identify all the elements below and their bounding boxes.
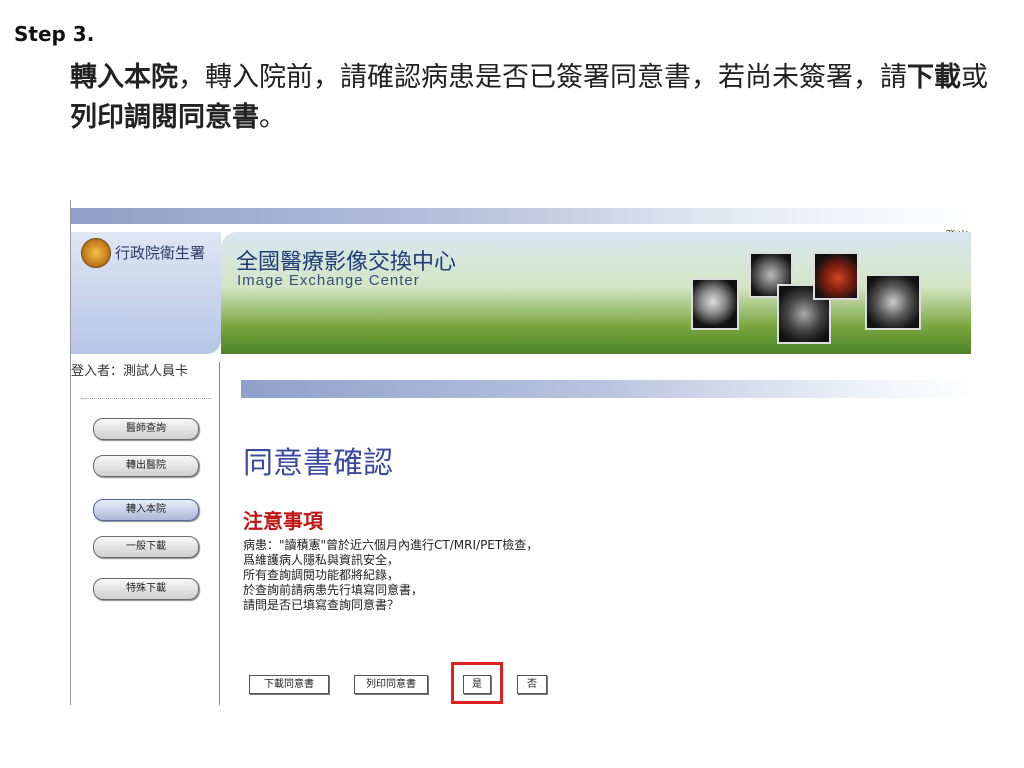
banner-subtitle: Image Exchange Center	[237, 272, 420, 289]
step-title: Step 3.	[14, 22, 95, 46]
instruction-text-or: 或	[961, 62, 988, 93]
notice-body: 病患："讀積憲"曾於近六個月內進行CT/MRI/PET檢查， 爲維護病人隱私與資…	[243, 538, 538, 613]
logged-in-user: 登入者：測試人員卡	[71, 364, 189, 379]
government-seal-icon	[81, 238, 111, 268]
sidebar-item-general-download[interactable]: 一般下載	[93, 536, 199, 558]
instruction-text: 轉入本院，轉入院前，請確認病患是否已簽署同意書，若尚未簽署，請下載或列印調閱同意…	[70, 58, 1000, 138]
org-name: 行政院衛生署	[115, 244, 206, 262]
notice-line: 所有查詢調閱功能都將紀錄，	[243, 568, 400, 582]
download-consent-button[interactable]: 下載同意書	[249, 675, 329, 694]
instruction-text-end: 。	[259, 102, 286, 133]
top-gradient-bar	[71, 208, 971, 224]
yes-button-highlight	[451, 662, 503, 704]
medical-scan-image	[813, 252, 859, 300]
app-screenshot: 登出 行政院衛生署 全國醫療影像交換中心 Image Exchange Cent…	[70, 200, 971, 705]
notice-line: 爲維護病人隱私與資訊安全，	[243, 553, 400, 567]
print-consent-button[interactable]: 列印同意書	[354, 675, 428, 694]
page-title: 同意書確認	[243, 446, 393, 481]
notice-heading: 注意事項	[243, 509, 323, 533]
sidebar-item-transfer-in[interactable]: 轉入本院	[93, 499, 199, 521]
instruction-bold-download: 下載	[907, 62, 961, 93]
instruction-bold-transfer-in: 轉入本院	[70, 62, 178, 93]
medical-scan-image	[691, 278, 739, 330]
sidebar-item-doctor-query[interactable]: 醫師查詢	[93, 418, 199, 440]
sidebar-divider	[219, 362, 220, 705]
instruction-bold-print: 列印調閱同意書	[70, 102, 259, 133]
sidebar-item-transfer-out[interactable]: 轉出醫院	[93, 455, 199, 477]
dotted-divider	[81, 398, 211, 399]
sidebar-item-special-download[interactable]: 特殊下載	[93, 578, 199, 600]
notice-line: 於查詢前請病患先行填寫同意書，	[243, 583, 424, 597]
medical-scan-image	[865, 274, 921, 330]
notice-line: 病患："讀積憲"曾於近六個月內進行CT/MRI/PET檢查，	[243, 538, 539, 552]
content-header-bar	[241, 380, 971, 398]
instruction-text-part: ，轉入院前，請確認病患是否已簽署同意書，若尚未簽署，請	[178, 62, 907, 93]
notice-line: 請問是否已填寫查詢同意書？	[243, 598, 400, 612]
no-button[interactable]: 否	[517, 675, 547, 694]
